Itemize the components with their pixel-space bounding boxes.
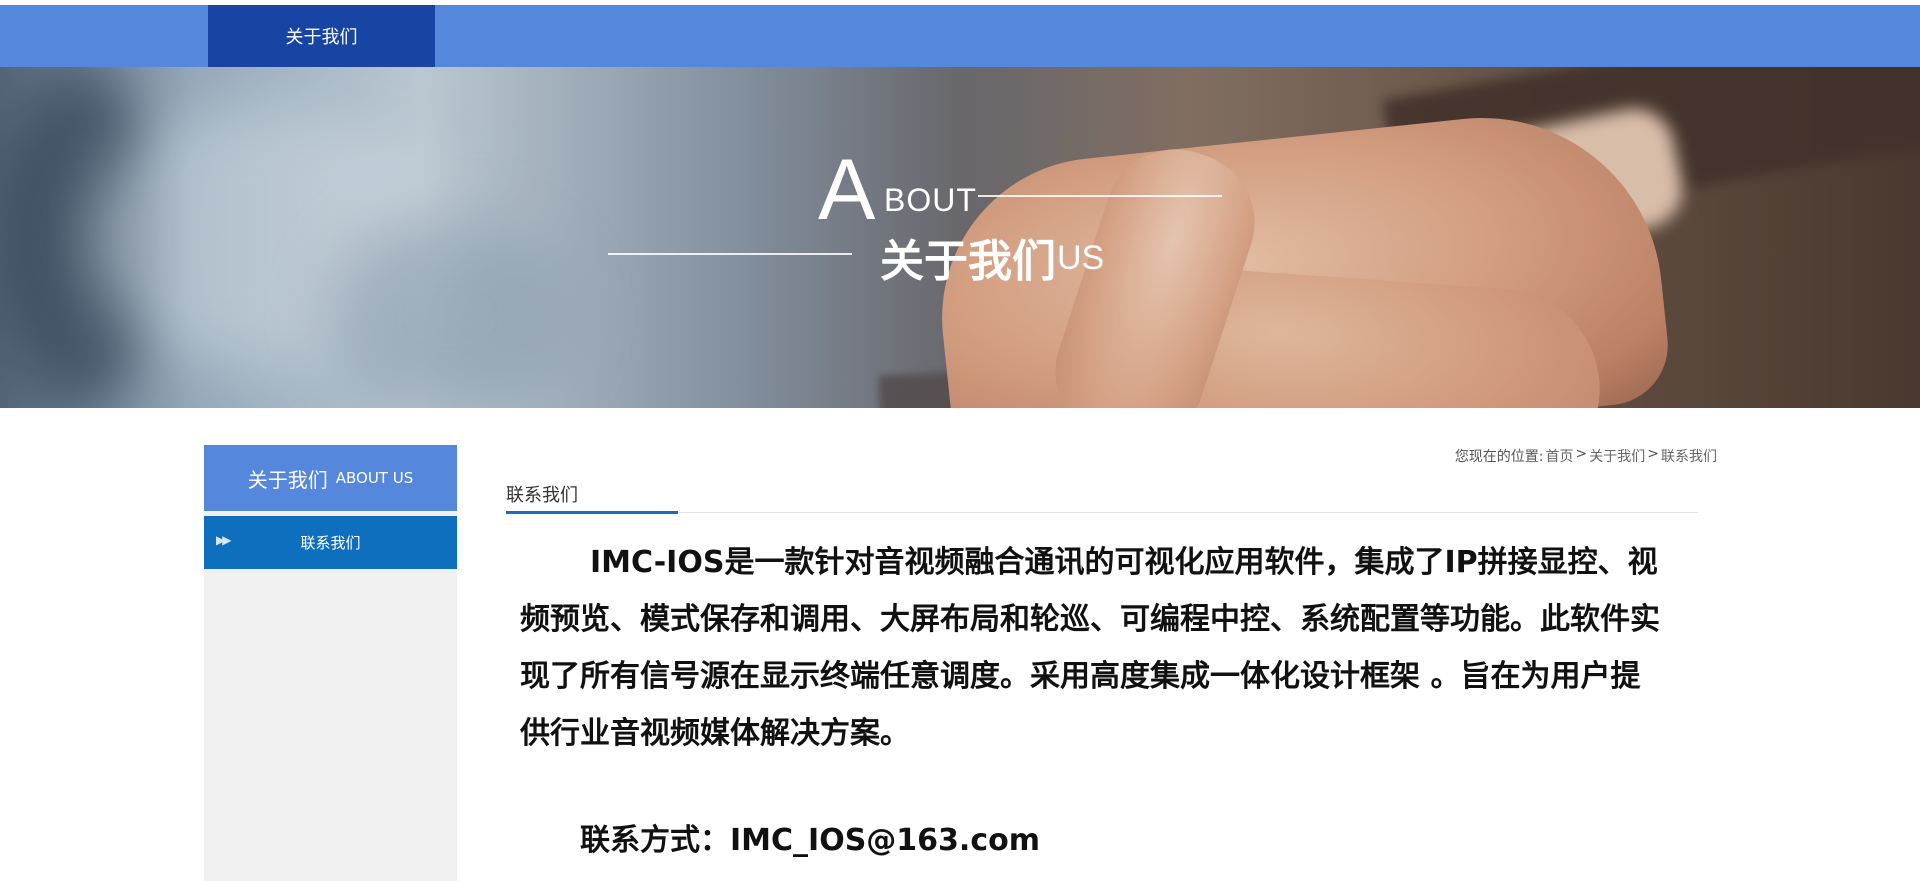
sidebar-item-label: 联系我们 xyxy=(300,534,361,552)
breadcrumb-separator: > xyxy=(1647,446,1659,462)
breadcrumb: 您现在的位置: 首页 > 关于我们 > 联系我们 xyxy=(1455,446,1717,466)
banner-bout-text: BOUT xyxy=(884,182,977,218)
section-title: 联系我们 xyxy=(506,485,578,506)
section-divider xyxy=(506,512,1698,513)
breadcrumb-about-link[interactable]: 关于我们 xyxy=(1589,446,1645,466)
sidebar-heading-en: ABOUT US xyxy=(335,469,414,487)
nav-item-about[interactable]: 关于我们 xyxy=(208,5,435,67)
sidebar: 关于我们 ABOUT US ▶▶ 联系我们 xyxy=(204,445,457,881)
section-title-underline xyxy=(506,511,678,514)
main-nav: 关于我们 xyxy=(0,5,1920,67)
hero-banner: A BOUT 关于我们 US xyxy=(0,67,1920,408)
banner-divider xyxy=(978,195,1222,197)
breadcrumb-home-link[interactable]: 首页 xyxy=(1546,446,1574,466)
double-chevron-right-icon: ▶▶ xyxy=(216,533,231,547)
sidebar-item-contact[interactable]: ▶▶ 联系我们 xyxy=(204,516,457,569)
banner-title: 关于我们 xyxy=(880,236,1056,287)
sidebar-heading-cn: 关于我们 xyxy=(247,467,328,492)
banner-big-letter: A xyxy=(818,142,876,238)
breadcrumb-prefix: 您现在的位置: xyxy=(1454,449,1544,465)
banner-us-text: US xyxy=(1057,239,1105,277)
breadcrumb-current-link[interactable]: 联系我们 xyxy=(1661,446,1717,466)
sidebar-heading: 关于我们 ABOUT US xyxy=(204,445,457,511)
intro-paragraph: IMC-IOS是一款针对音视频融合通讯的可视化应用软件，集成了IP拼接显控、视频… xyxy=(520,545,1660,751)
contact-info: 联系方式：IMC_IOS@163.com xyxy=(580,823,1040,858)
breadcrumb-separator: > xyxy=(1575,446,1588,462)
banner-divider xyxy=(608,253,852,255)
